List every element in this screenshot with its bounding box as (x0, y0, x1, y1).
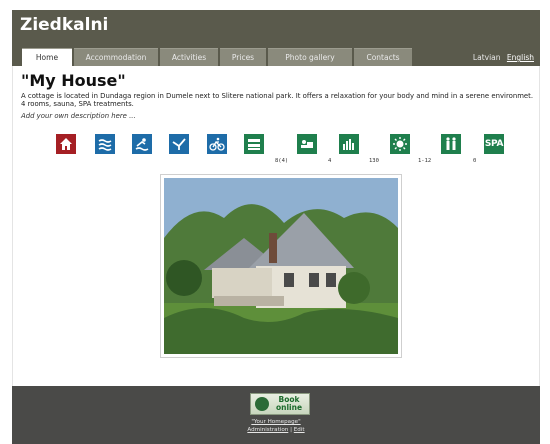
house-photo (164, 178, 398, 354)
tab-prices[interactable]: Prices (220, 48, 266, 66)
swimming-icon (132, 134, 152, 154)
tab-contacts[interactable]: Contacts (354, 48, 412, 66)
beds-count: 8(4) (275, 158, 289, 164)
people-icon (339, 134, 359, 154)
lang-latvian[interactable]: Latvian (473, 53, 501, 62)
tab-accommodation[interactable]: Accommodation (74, 48, 158, 66)
single-bed-count: 4 (328, 158, 332, 164)
single-bed-icon (297, 134, 317, 154)
add-description-hint: Add your own description here ... (21, 112, 136, 120)
administration-link[interactable]: Administration (247, 427, 288, 433)
lang-english[interactable]: English (507, 53, 534, 62)
beds-icon (244, 134, 264, 154)
house-photo-frame (160, 174, 402, 358)
language-switcher: Latvian English (473, 53, 534, 62)
site-title: Ziedkalni (20, 15, 109, 35)
people-count: 130 (369, 158, 379, 164)
spa-icon: SPA (484, 134, 504, 154)
page-title: "My House" (21, 71, 126, 90)
tab-photo-gallery[interactable]: Photo gallery (268, 48, 352, 66)
tab-home[interactable]: Home (22, 48, 72, 66)
family-count: 0 (473, 158, 477, 164)
edit-link[interactable]: Edit (294, 427, 305, 433)
homepage-link[interactable]: "Your Homepage" (251, 419, 300, 425)
site-header: Ziedkalni Home Accommodation Activities … (12, 10, 540, 66)
sun-icon (390, 134, 410, 154)
footer-separator: | (290, 427, 292, 433)
booking-logo-icon (255, 397, 269, 411)
house-icon (56, 134, 76, 154)
water-icon (95, 134, 115, 154)
bicycle-icon (207, 134, 227, 154)
online-label: online (275, 403, 303, 412)
family-icon (441, 134, 461, 154)
book-online-button[interactable]: Book online (250, 393, 310, 415)
spa-label: SPA (484, 139, 504, 149)
main-content: "My House" A cottage is located in Dunda… (12, 66, 540, 386)
bird-icon (169, 134, 189, 154)
season-months: 1-12 (418, 158, 432, 164)
site-footer: Book online "Your Homepage" Administrati… (12, 386, 540, 444)
tab-activities[interactable]: Activities (160, 48, 218, 66)
description-text: A cottage is located in Dundaga region i… (21, 92, 534, 109)
